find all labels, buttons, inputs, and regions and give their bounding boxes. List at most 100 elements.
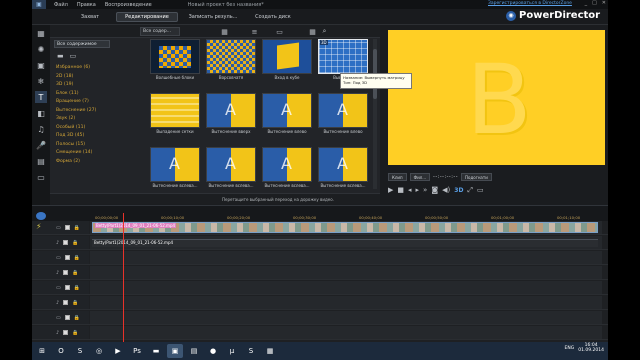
track-lock-icon[interactable]: 🔒 [74,225,80,231]
record-icon[interactable]: ● [205,344,221,358]
category-item[interactable]: Избранное (6) [56,64,112,73]
transition-thumbnail[interactable]: A Вытеснение вслева... [318,147,368,191]
skype-icon[interactable]: S [72,344,88,358]
track-enable-checkbox[interactable] [63,270,69,275]
track-lane[interactable] [90,266,602,279]
register-link[interactable]: Зарегистрироваться в DirectorZone [488,1,572,6]
fit-button[interactable]: Подогнати [461,173,492,181]
subtitle-room-icon[interactable]: ▭ [35,171,47,183]
minimize-button[interactable]: _ [585,0,588,6]
category-all[interactable]: Все содержимое [54,40,110,48]
list-view-icon[interactable]: ≡ [250,27,259,36]
language-indicator[interactable]: ENG [565,346,575,351]
photoshop-icon[interactable]: Ps [129,344,145,358]
category-item[interactable]: Смещение (14) [56,149,112,158]
maximize-button[interactable]: □ [592,0,597,6]
transition-thumbnail[interactable]: A Вытеснение влево [318,93,368,137]
track-lock-icon[interactable]: 🔒 [72,330,78,336]
next-frame-icon[interactable]: ▸ [416,186,420,194]
prev-frame-icon[interactable]: ◂ [408,186,412,194]
3d-toggle[interactable]: 3D [454,187,463,194]
transition-thumbnail[interactable]: Волшебные блоки [150,39,200,83]
clip-mode-button[interactable]: Клип [388,173,407,181]
track-lock-icon[interactable]: 🔒 [74,315,80,321]
playhead[interactable] [123,213,124,342]
media-room-icon[interactable]: ▦ [35,27,47,39]
media-icon[interactable]: ▶ [110,344,126,358]
size-slider-icon[interactable]: ▭ [275,27,284,36]
category-item[interactable]: 2D (18) [56,73,112,82]
title-room-icon[interactable]: T [35,91,47,103]
category-item[interactable]: Звук (2) [56,115,112,124]
timeline-zoom-icon[interactable] [36,212,46,220]
movie-mode-button[interactable]: Фил... [409,173,431,181]
category-item[interactable]: Блок (11) [56,90,112,99]
transition-thumbnail[interactable]: A Вытеснение вслева... [150,147,200,191]
audio-mixing-icon[interactable]: ♫ [35,123,47,135]
track-lane[interactable]: Betty(Part1)2014_09_01_21-06-52.mp4 [90,236,602,249]
track-lane[interactable] [90,326,602,339]
opera-icon[interactable]: O [53,344,69,358]
track-lock-icon[interactable]: 🔒 [72,270,78,276]
chapter-room-icon[interactable]: ▤ [35,155,47,167]
category-item[interactable]: Вытеснение (27) [56,107,112,116]
fullscreen-icon[interactable]: ⤢ [467,186,473,195]
tab-edit[interactable]: Редактирование [116,12,178,22]
track-lane[interactable] [90,311,602,324]
tile-view-icon[interactable]: ▦ [308,27,317,36]
app-icon[interactable]: ▦ [262,344,278,358]
skype2-icon[interactable]: S [243,344,259,358]
library-scrollbar[interactable] [373,39,377,189]
volume-icon[interactable]: ◀) [442,186,450,194]
track-enable-checkbox[interactable] [63,300,69,305]
play-icon[interactable]: ▶ [388,186,393,194]
track-enable-checkbox[interactable] [64,285,70,290]
tab-capture[interactable]: Захват [72,12,108,22]
powerdirector-icon[interactable]: ▣ [167,344,183,358]
transition-thumbnail[interactable]: Ворсовчатя [206,39,256,83]
tab-produce[interactable]: Записать резуль... [182,12,244,22]
category-item[interactable]: Особый (11) [56,124,112,133]
track-enable-checkbox[interactable] [64,225,70,230]
particle-room-icon[interactable]: ❄ [35,75,47,87]
menu-edit[interactable]: Правка [77,2,96,8]
transition-thumbnail[interactable]: A Вытеснение вверх [206,93,256,137]
category-item[interactable]: Полосы (15) [56,141,112,150]
app-logo-icon[interactable]: ▣ [32,0,46,9]
fx-room-icon[interactable]: ✺ [35,43,47,55]
transition-thumbnail[interactable]: Вход в кубе [262,39,312,83]
track-lane[interactable] [90,281,602,294]
track-lane[interactable] [90,251,602,264]
fx-track-icon[interactable]: ⚡ [36,222,48,236]
explorer-icon[interactable]: ▤ [186,344,202,358]
track-enable-checkbox[interactable] [63,330,69,335]
category-item[interactable]: Вращение (7) [56,98,112,107]
grid-view-icon[interactable]: ▦ [220,27,229,36]
menu-play[interactable]: Воспроизведение [105,2,152,8]
track-lane[interactable] [90,296,602,309]
content-filter-dropdown[interactable]: Все содер... [140,27,180,36]
tab-create-disc[interactable]: Создать диск [248,12,298,22]
audio-clip[interactable]: Betty(Part1)2014_09_01_21-06-52.mp4 [92,239,598,247]
transition-thumbnail[interactable]: A Вытеснение влево [262,93,312,137]
category-item[interactable]: Форма (2) [56,158,112,167]
track-enable-checkbox[interactable] [63,240,69,245]
track-lock-icon[interactable]: 🔒 [74,255,80,261]
category-item[interactable]: 3D (19) [56,81,112,90]
track-lock-icon[interactable]: 🔒 [72,300,78,306]
track-lane[interactable]: Betty(Part1)2014_09_01_21-06-52.mp4 [90,221,602,234]
transition-thumbnail[interactable]: Выпадение сетки [150,93,200,137]
transition-room-icon[interactable]: ◧ [35,107,47,119]
track-lock-icon[interactable]: 🔒 [74,285,80,291]
clock[interactable]: 16:04 01.09.2014 [578,343,604,353]
stop-icon[interactable]: ■ [397,186,404,194]
fast-forward-icon[interactable]: » [423,186,427,194]
close-button[interactable]: ✕ [602,0,606,6]
track-enable-checkbox[interactable] [64,255,70,260]
undock-icon[interactable]: ▭ [477,186,484,194]
category-item[interactable]: Под 3D (45) [56,132,112,141]
folder-icon[interactable]: ▬ [148,344,164,358]
snapshot-icon[interactable]: ◙ [431,186,438,194]
voiceover-icon[interactable]: 🎤 [35,139,47,151]
menu-file[interactable]: Файл [54,2,68,8]
